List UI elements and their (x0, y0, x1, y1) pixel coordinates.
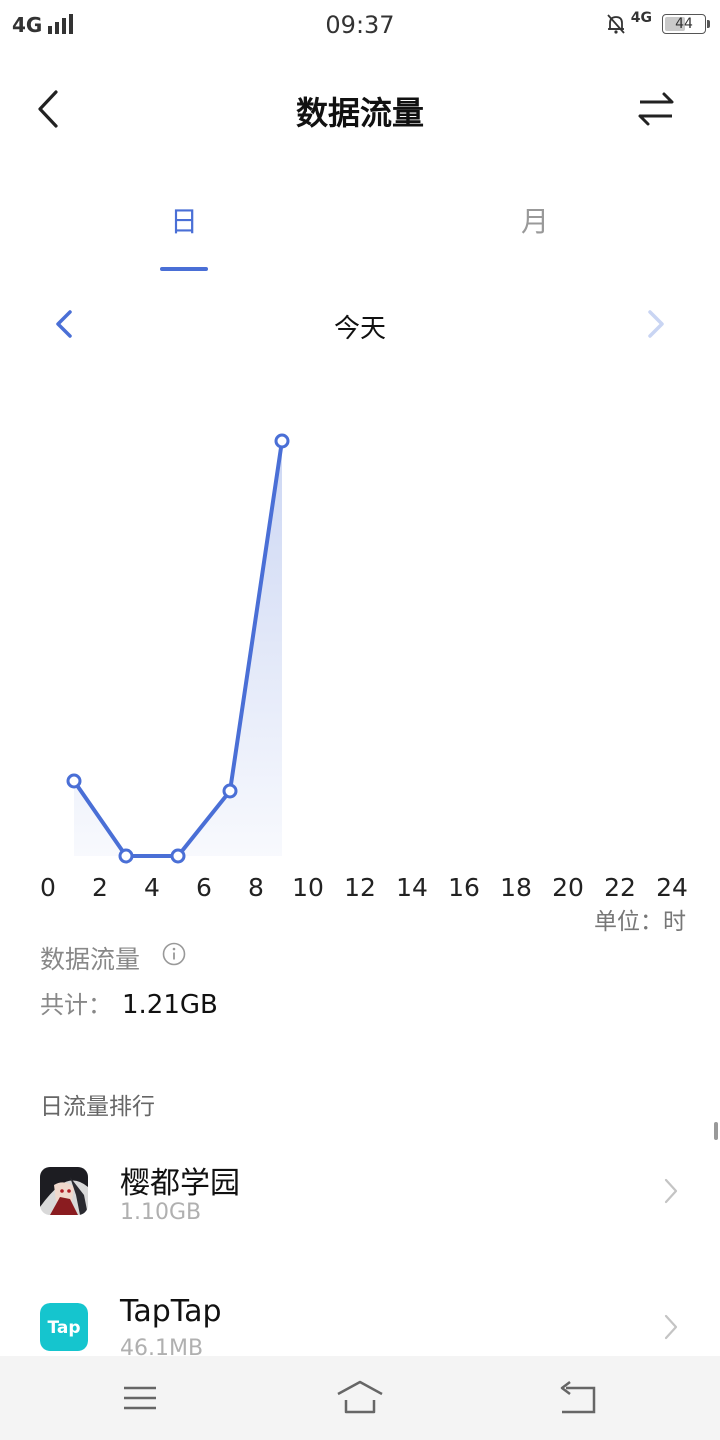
svg-text:Tap: Tap (47, 1318, 80, 1338)
x-tick-label: 22 (604, 873, 636, 902)
page-title: 数据流量 (295, 94, 424, 132)
back-icon[interactable] (548, 1376, 608, 1420)
total-label: 共计： (40, 991, 112, 1019)
active-tab-indicator (160, 267, 208, 271)
chevron-right-icon (664, 1314, 678, 1340)
ranking-title: 日流量排行 (40, 1094, 155, 1120)
x-tick-label: 2 (92, 873, 108, 902)
home-icon[interactable] (330, 1376, 390, 1420)
status-bar: 4G 09:37 4G 44 (0, 0, 720, 52)
app-size: 1.10GB (120, 1200, 202, 1225)
x-tick-label: 20 (552, 873, 584, 902)
bell-off-icon (607, 14, 625, 34)
chevron-right-icon (664, 1178, 678, 1204)
list-item[interactable]: Tap TapTap 46.1MB (0, 1268, 720, 1356)
chart-point (274, 433, 290, 449)
x-tick-label: 6 (196, 873, 212, 902)
app-name: TapTap (120, 1294, 222, 1329)
total-value: 1.21GB (122, 990, 218, 1020)
x-tick-label: 14 (396, 873, 428, 902)
x-tick-label: 10 (292, 873, 324, 902)
chart-point (66, 773, 82, 789)
swap-arrows-icon[interactable] (632, 86, 680, 132)
total-row: 共计： 1.21GB (40, 985, 218, 1020)
scrollbar[interactable] (714, 1122, 718, 1140)
app-size: 46.1MB (120, 1336, 204, 1356)
chart-point (118, 848, 134, 864)
tab-month[interactable]: 月 (495, 200, 575, 240)
date-label: 今天 (333, 314, 386, 344)
taptap-icon: Tap (40, 1303, 88, 1351)
anime-game-icon (40, 1167, 88, 1215)
battery-level: 44 (675, 16, 693, 32)
menu-icon[interactable] (110, 1376, 170, 1420)
chevron-right-icon[interactable] (640, 304, 670, 344)
network-type-right: 4G (630, 10, 652, 26)
x-tick-label: 8 (248, 873, 264, 902)
x-tick-label: 12 (344, 873, 376, 902)
app-name: 樱都学园 (120, 1166, 240, 1201)
x-tick-label: 24 (656, 873, 688, 902)
tab-day[interactable]: 日 (144, 200, 224, 240)
summary-title: 数据流量 (40, 945, 141, 974)
chart-unit-label: 单位：时 (594, 909, 686, 935)
x-tick-label: 18 (500, 873, 532, 902)
x-tick-label: 16 (448, 873, 480, 902)
list-item[interactable]: 樱都学园 1.10GB (0, 1132, 720, 1252)
chart-point (222, 783, 238, 799)
x-tick-label: 0 (40, 873, 56, 902)
bottom-nav-bar (0, 1356, 720, 1440)
battery-icon: 44 (662, 14, 710, 34)
x-tick-label: 4 (144, 873, 160, 902)
chart-point (170, 848, 186, 864)
traffic-chart: 0 2 4 6 8 10 12 14 16 18 20 22 24 (40, 433, 688, 902)
info-icon[interactable] (162, 942, 186, 966)
